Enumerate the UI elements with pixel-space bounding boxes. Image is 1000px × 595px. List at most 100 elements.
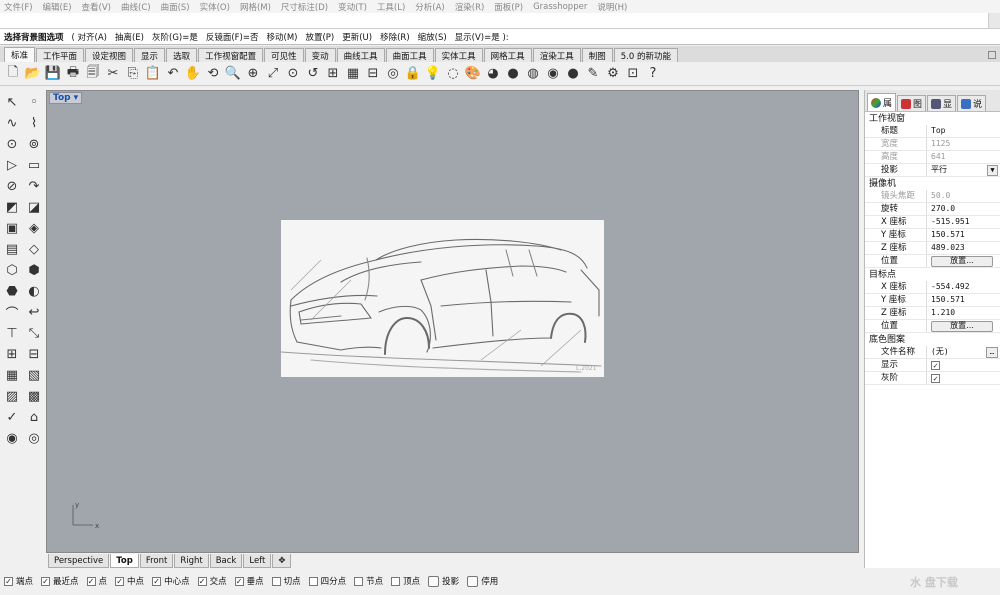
target-place-button[interactable]: 放置... (931, 320, 993, 332)
settings-icon[interactable]: ⚙ (604, 65, 622, 83)
grid-snap-icon[interactable]: ⊟ (364, 65, 382, 83)
menu-item[interactable]: 尺寸标注(D) (281, 1, 328, 13)
toolbar-tab[interactable]: 工作视窗配置 (198, 48, 264, 62)
tool-icon[interactable]: ⊟ (24, 344, 44, 364)
viewport-top[interactable]: Top ▾ L.2021 y x (46, 90, 859, 553)
color-wheel-icon[interactable]: ◕ (484, 65, 502, 83)
tool-icon[interactable]: ↖ (2, 92, 22, 112)
pan-icon[interactable]: ✋ (184, 65, 202, 83)
osnap-item[interactable]: ✓ 最近点 (41, 575, 79, 587)
tool-icon[interactable]: ◇ (24, 239, 44, 259)
browse-button[interactable]: … (986, 346, 998, 358)
command-option[interactable]: 抽离(E) (115, 31, 144, 43)
light-icon[interactable]: 💡 (424, 65, 442, 83)
add-view-icon[interactable]: ✥ (272, 554, 292, 568)
dropdown-arrow-icon[interactable]: ▼ (987, 164, 998, 176)
tool-icon[interactable]: ⊙ (2, 134, 22, 154)
tool-icon[interactable]: ⤡ (24, 323, 44, 343)
tool-icon[interactable]: ▭ (24, 155, 44, 175)
menu-item[interactable]: 变动(T) (338, 1, 367, 13)
zoom-icon[interactable]: 🔍 (224, 65, 242, 83)
toolbar-tab[interactable]: 设定视图 (85, 48, 134, 62)
osnap-checkbox[interactable] (354, 576, 364, 586)
osnap-checkbox[interactable] (271, 576, 281, 586)
four-view-icon[interactable]: ⊞ (324, 65, 342, 83)
osnap-checkbox[interactable] (308, 576, 318, 586)
command-option[interactable]: 移除(R) (380, 31, 410, 43)
command-option[interactable]: 移动(M) (267, 31, 298, 43)
tool-icon[interactable]: ✓ (2, 407, 22, 427)
toolbar-tab[interactable]: 可见性 (264, 48, 304, 62)
osnap-checkbox[interactable]: ✓ (234, 576, 244, 586)
osnap-checkbox[interactable]: ✓ (197, 576, 207, 586)
tool-icon[interactable]: ⬡ (2, 260, 22, 280)
rotate-view-icon[interactable]: ⟲ (204, 65, 222, 83)
command-option[interactable]: 反镜面(F)=否 (206, 31, 259, 43)
tool-icon[interactable]: ◩ (2, 197, 22, 217)
osnap-checkbox[interactable]: ✓ (4, 576, 13, 586)
camera-place-button[interactable]: 放置... (931, 255, 993, 267)
tool-icon[interactable]: ▷ (2, 155, 22, 175)
toolbar-tab[interactable]: 渲染工具 (532, 48, 581, 62)
osnap-item[interactable]: ✓ 中心点 (152, 575, 190, 587)
osnap-checkbox[interactable]: ✓ (41, 576, 51, 586)
material-icon[interactable]: 🎨 (464, 65, 482, 83)
toolbar-tab[interactable]: 实体工具 (434, 48, 483, 62)
toolbar-tab[interactable]: 制图 (581, 48, 613, 62)
tab-help[interactable]: 说 (957, 95, 987, 111)
command-option[interactable]: 更新(U) (342, 31, 372, 43)
view-tab-front[interactable]: Front (139, 554, 174, 568)
tool-icon[interactable]: ⬣ (2, 281, 22, 301)
osnap-item[interactable]: ✓ 端点 (4, 575, 33, 587)
paint-icon[interactable]: ✎ (584, 65, 602, 83)
tool-icon[interactable]: ⌒ (2, 302, 22, 322)
toggle-box[interactable] (467, 575, 479, 587)
osnap-toggle-1[interactable]: 停用 (467, 575, 498, 587)
menu-item[interactable]: 查看(V) (82, 1, 111, 13)
zoom-selected-icon[interactable]: ⊙ (284, 65, 302, 83)
menu-item[interactable]: 面板(P) (494, 1, 523, 13)
lock-icon[interactable]: 🔒 (404, 65, 422, 83)
show-checkbox[interactable]: ✓ (931, 360, 940, 370)
command-option[interactable]: ( 对齐(A) (72, 31, 107, 43)
tool-icon[interactable]: ▨ (2, 386, 22, 406)
prop-value[interactable]: 150.571 (927, 229, 1000, 241)
osnap-item[interactable]: 节点 (354, 575, 383, 587)
tool-icon[interactable]: ▤ (2, 239, 22, 259)
tool-icon[interactable]: ∿ (2, 113, 22, 133)
viewport-title[interactable]: Top ▾ (49, 92, 83, 104)
hide-icon[interactable]: ◌ (444, 65, 462, 83)
toolbar-tab[interactable]: 5.0 的新功能 (613, 48, 678, 62)
command-option[interactable]: 缩放(S) (418, 31, 447, 43)
toolbar-tab[interactable]: 工作平面 (36, 48, 85, 62)
view-tab-right[interactable]: Right (174, 554, 209, 568)
menu-item[interactable]: 网格(M) (240, 1, 271, 13)
prop-value[interactable]: 150.571 (927, 294, 1000, 306)
tool-icon[interactable]: ⌂ (24, 407, 44, 427)
undo-view-icon[interactable]: ↺ (304, 65, 322, 83)
osnap-checkbox[interactable]: ✓ (115, 576, 125, 586)
gray-checkbox[interactable]: ✓ (931, 373, 940, 383)
menu-item[interactable]: Grasshopper (533, 2, 587, 12)
view-tab-top[interactable]: Top (110, 554, 139, 568)
render-sphere-icon[interactable]: ● (504, 65, 522, 83)
prop-value[interactable]: Top (927, 125, 1000, 137)
toolbar-tab[interactable]: 曲线工具 (336, 48, 385, 62)
toolbar-tab[interactable]: 显示 (134, 48, 166, 62)
tool-icon[interactable]: ↷ (24, 176, 44, 196)
menu-item[interactable]: 说明(H) (597, 1, 627, 13)
toolbar-tab[interactable]: 标准 (4, 47, 36, 62)
cut-icon[interactable]: ✂ (104, 65, 122, 83)
tool-icon[interactable]: ◎ (24, 428, 44, 448)
view-tab-left[interactable]: Left (243, 554, 272, 568)
osnap-item[interactable]: 四分点 (308, 575, 346, 587)
tool-icon[interactable]: ◉ (2, 428, 22, 448)
command-option[interactable]: 灰阶(G)=是 (152, 31, 198, 43)
prop-value[interactable]: -554.492 (927, 281, 1000, 293)
tool-icon[interactable]: ◐ (24, 281, 44, 301)
render-icon[interactable]: ◉ (544, 65, 562, 83)
tab-display[interactable]: 显 (927, 95, 957, 111)
menu-item[interactable]: 曲线(C) (121, 1, 151, 13)
osnap-checkbox[interactable]: ✓ (152, 576, 162, 586)
tool-icon[interactable]: ▦ (2, 365, 22, 385)
